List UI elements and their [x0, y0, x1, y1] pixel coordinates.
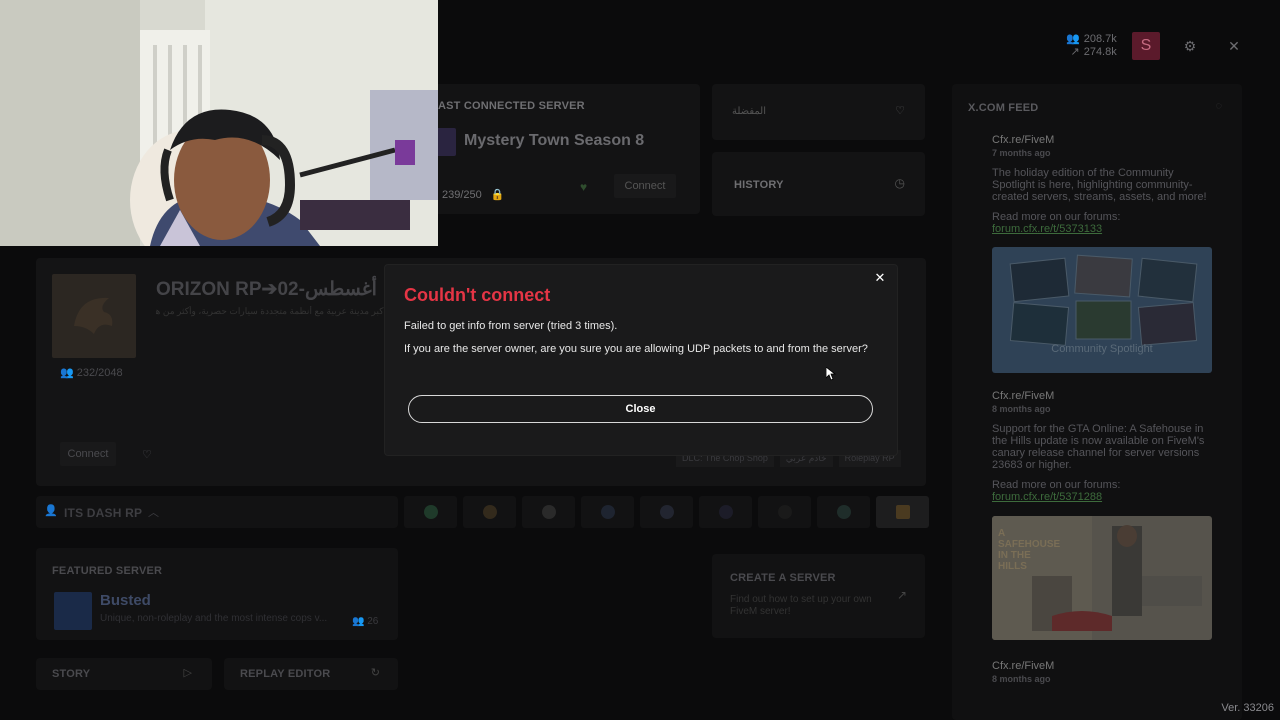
- image-caption: Community Spotlight: [1051, 343, 1153, 355]
- story-label: STORY: [52, 668, 91, 680]
- connect-button[interactable]: Connect: [60, 442, 116, 466]
- last-server-players: 239/250: [442, 189, 482, 201]
- dialog-message-1: Failed to get info from server (tried 3 …: [404, 320, 618, 332]
- server-shortcut[interactable]: [581, 496, 634, 528]
- server-shortcut[interactable]: [817, 496, 870, 528]
- server-shortcut[interactable]: [640, 496, 693, 528]
- webcam-image: [0, 0, 438, 246]
- dash-rp-label: ITS DASH RP: [64, 506, 143, 520]
- external-link-icon: ↗: [896, 588, 907, 602]
- feed-read-more: Read more on our forums:: [992, 479, 1121, 491]
- server-shortcut[interactable]: [699, 496, 752, 528]
- server-name: ORIZON RP➔أغسطس-02: [156, 279, 377, 300]
- refresh-icon[interactable]: ◌: [1215, 100, 1222, 112]
- heart-icon[interactable]: ♥: [580, 180, 587, 194]
- featured-server-panel[interactable]: FEATURED SERVER Busted Unique, non-rolep…: [36, 548, 398, 640]
- feed-link[interactable]: forum.cfx.re/t/5371288: [992, 491, 1216, 503]
- server-shortcut[interactable]: [522, 496, 575, 528]
- feed-item: Cfx.re/FiveM 7 months ago The holiday ed…: [992, 134, 1216, 235]
- dialog-message-2: If you are the server owner, are you sur…: [404, 343, 868, 355]
- image-caption: A SAFEHOUSE IN THE HILLS: [998, 528, 1061, 572]
- feed-heading: X.COM FEED: [968, 102, 1039, 114]
- story-button[interactable]: STORY ▷: [36, 658, 212, 690]
- featured-logo: [54, 592, 92, 630]
- server-icon-row: [404, 496, 929, 528]
- feed-read-more: Read more on our forums:: [992, 211, 1121, 223]
- lock-icon: 🔒: [490, 189, 505, 201]
- favorites-label: المفضلة: [732, 106, 767, 117]
- feed-time: 7 months ago: [992, 148, 1051, 158]
- heart-outline-icon: ♡: [895, 105, 905, 117]
- eagle-icon: [74, 297, 113, 334]
- play-icon: ▷: [183, 667, 192, 679]
- version-label: Ver. 33206: [1221, 702, 1274, 714]
- replay-editor-button[interactable]: REPLAY EDITOR ↻: [224, 658, 398, 690]
- favorite-heart-icon[interactable]: ♡: [142, 448, 152, 461]
- feed-image[interactable]: Community Spotlight: [992, 247, 1212, 373]
- server-description: أكبر مدينة عربية مع أنظمة متجددة سيارات …: [156, 306, 386, 316]
- server-shortcut[interactable]: [463, 496, 516, 528]
- feed-item: Cfx.re/FiveM 8 months ago Support for th…: [992, 390, 1216, 503]
- servers-count: 274.8k: [1083, 46, 1117, 58]
- feed-body: The holiday edition of the Community Spo…: [992, 167, 1207, 203]
- feed-account: Cfx.re/FiveM: [992, 134, 1055, 146]
- featured-heading: FEATURED SERVER: [52, 565, 163, 577]
- close-button[interactable]: Close: [408, 395, 873, 423]
- server-shortcut[interactable]: [876, 496, 929, 528]
- users-icon: 👥: [1066, 33, 1080, 45]
- replay-label: REPLAY EDITOR: [240, 668, 331, 680]
- settings-icon[interactable]: ⚙: [1180, 36, 1200, 56]
- feed-link[interactable]: forum.cfx.re/t/5373133: [992, 223, 1216, 235]
- webcam-overlay: [0, 0, 438, 246]
- feed-body: Support for the GTA Online: A Safehouse …: [992, 423, 1205, 471]
- server-logo: [436, 128, 456, 156]
- last-server-name: Mystery Town Season 8: [464, 132, 645, 149]
- create-heading: CREATE A SERVER: [730, 572, 836, 584]
- last-connect-button[interactable]: Connect: [614, 174, 676, 198]
- dash-rp-bar[interactable]: 👤 ITS DASH RP ︿: [36, 496, 398, 528]
- history-icon: ◷: [894, 176, 905, 190]
- error-dialog: ✕ Couldn't connect Failed to get info fr…: [385, 265, 897, 455]
- dialog-title: Couldn't connect: [404, 285, 551, 305]
- server-logo: [52, 274, 136, 358]
- trend-icon: ↗: [1070, 46, 1080, 58]
- users-icon: 👥: [60, 367, 74, 379]
- player-stats: 👥 208.7k ↗ 274.8k: [1066, 33, 1117, 59]
- xcom-feed-panel: X.COM FEED ◌ Cfx.re/FiveM 7 months ago T…: [952, 84, 1242, 720]
- mouse-cursor-icon: [826, 367, 836, 381]
- create-server-panel[interactable]: CREATE A SERVER Find out how to set up y…: [712, 554, 925, 638]
- server-shortcut[interactable]: [404, 496, 457, 528]
- history-button[interactable]: HISTORY ◷: [712, 152, 925, 216]
- feed-account: Cfx.re/FiveM: [992, 390, 1055, 402]
- server-shortcut[interactable]: [758, 496, 811, 528]
- users-icon: 👥: [352, 616, 365, 627]
- history-label: HISTORY: [734, 179, 784, 191]
- feed-time: 8 months ago: [992, 674, 1051, 684]
- last-connected-panel[interactable]: AST CONNECTED SERVER Mystery Town Season…: [430, 84, 700, 214]
- favorites-button[interactable]: المفضلة ♡: [712, 84, 925, 140]
- featured-description: Unique, non-roleplay and the most intens…: [100, 613, 328, 624]
- chevron-up-icon: ︿: [148, 507, 159, 519]
- feed-image[interactable]: A SAFEHOUSE IN THE HILLS: [992, 516, 1212, 640]
- feed-item: Cfx.re/FiveM 8 months ago: [992, 660, 1216, 685]
- close-icon[interactable]: ✕: [871, 269, 889, 287]
- replay-icon: ↻: [370, 667, 380, 679]
- feed-time: 8 months ago: [992, 404, 1051, 414]
- user-icon: 👤: [44, 505, 58, 517]
- create-description: Find out how to set up your own FiveM se…: [730, 594, 872, 617]
- featured-name: Busted: [100, 592, 151, 609]
- exit-icon[interactable]: ✕: [1224, 36, 1244, 56]
- featured-players: 26: [367, 616, 379, 627]
- user-avatar[interactable]: S: [1132, 32, 1160, 60]
- players-online: 208.7k: [1083, 33, 1117, 45]
- server-players: 232/2048: [76, 367, 123, 379]
- feed-account: Cfx.re/FiveM: [992, 660, 1055, 672]
- last-connected-heading: AST CONNECTED SERVER: [438, 100, 585, 112]
